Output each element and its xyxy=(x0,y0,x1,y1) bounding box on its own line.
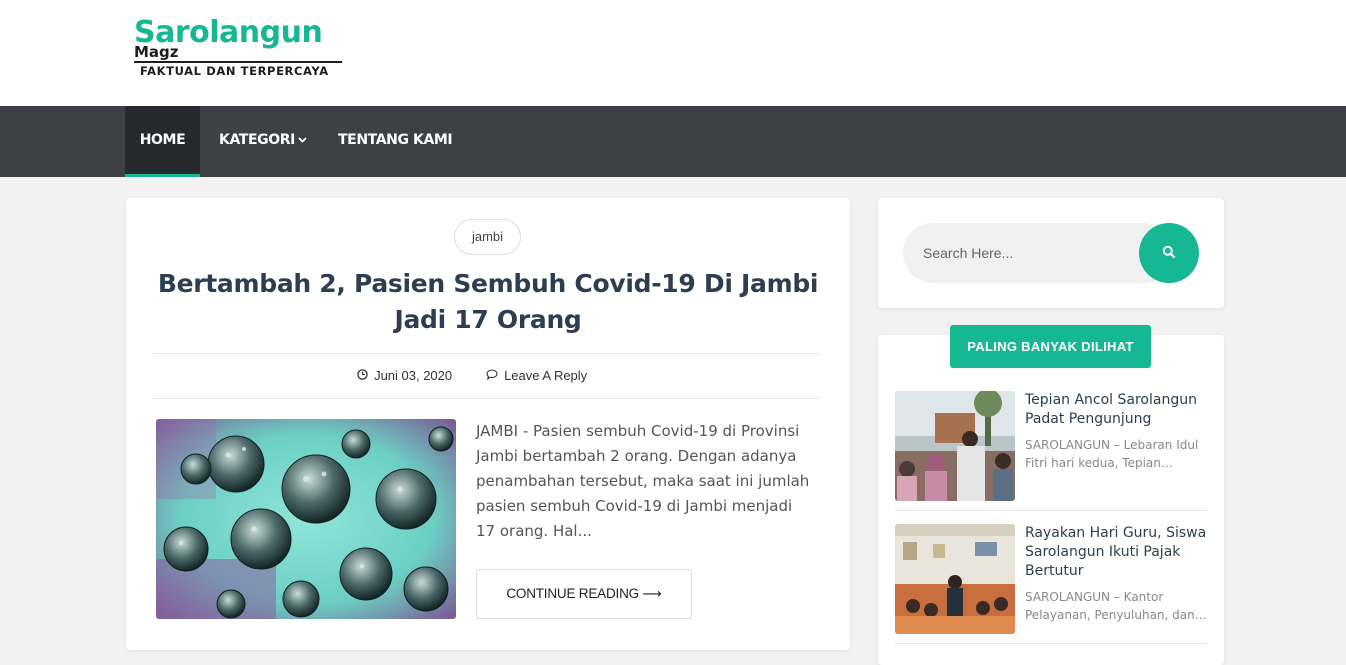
comment-icon xyxy=(486,369,501,383)
category-tag[interactable]: jambi xyxy=(454,219,521,255)
popular-post-thumbnail[interactable] xyxy=(895,524,1015,634)
continue-reading-button[interactable]: CONTINUE READING ⟶ xyxy=(476,569,692,619)
popular-heading: PALING BANYAK DILIHAT xyxy=(950,325,1151,368)
chevron-down-icon xyxy=(298,107,307,175)
leave-reply-text: Leave A Reply xyxy=(504,368,588,383)
nav-item-kategori-label: KATEGORI xyxy=(219,132,295,148)
logo-tagline: FAKTUAL DAN TERPERCAYA xyxy=(140,64,329,78)
post-meta: Juni 03, 2020 Leave A Reply xyxy=(154,353,821,399)
clock-icon xyxy=(357,369,371,383)
popular-post-thumbnail[interactable] xyxy=(895,391,1015,501)
crowd-photo-icon xyxy=(895,391,1015,501)
classroom-photo-icon xyxy=(895,524,1015,634)
site-logo[interactable]: Sarolangun Magz FAKTUAL DAN TERPERCAYA xyxy=(134,16,346,78)
nav-item-tentang-label: TENTANG KAMI xyxy=(338,132,453,148)
popular-post-text: Rayakan Hari Guru, Siswa Sarolangun Ikut… xyxy=(1025,524,1207,624)
nav-item-home[interactable]: HOME xyxy=(125,106,200,177)
virus-image-icon xyxy=(156,419,456,619)
search-input[interactable] xyxy=(903,223,1173,283)
popular-post-item[interactable]: Rayakan Hari Guru, Siswa Sarolangun Ikut… xyxy=(895,524,1207,644)
post-excerpt: JAMBI - Pasien sembuh Covid-19 di Provin… xyxy=(476,422,810,540)
search-icon xyxy=(1162,245,1176,262)
popular-post-item[interactable]: Tepian Ancol Sarolangun Padat Pengunjung… xyxy=(895,391,1207,511)
search-widget xyxy=(878,198,1224,308)
site-header: Sarolangun Magz FAKTUAL DAN TERPERCAYA xyxy=(0,0,1346,106)
popular-post-excerpt: SAROLANGUN – Lebaran Idul Fitri hari ked… xyxy=(1025,438,1199,470)
logo-divider xyxy=(134,61,342,63)
post-card: jambi Bertambah 2, Pasien Sembuh Covid-1… xyxy=(126,198,850,650)
popular-post-title[interactable]: Rayakan Hari Guru, Siswa Sarolangun Ikut… xyxy=(1025,524,1207,581)
popular-posts-widget: PALING BANYAK DILIHAT Tepian Ancol Sarol… xyxy=(878,325,1224,665)
nav-item-home-label: HOME xyxy=(139,132,186,148)
popular-post-excerpt: SAROLANGUN – Kantor Pelayanan, Penyuluha… xyxy=(1025,590,1207,622)
popular-post-title[interactable]: Tepian Ancol Sarolangun Padat Pengunjung xyxy=(1025,391,1207,429)
search-button[interactable] xyxy=(1139,223,1199,283)
post-date: Juni 03, 2020 xyxy=(357,368,452,383)
popular-post-text: Tepian Ancol Sarolangun Padat Pengunjung… xyxy=(1025,391,1207,472)
post-title[interactable]: Bertambah 2, Pasien Sembuh Covid-19 Di J… xyxy=(156,266,820,338)
post-date-text: Juni 03, 2020 xyxy=(374,368,453,383)
post-thumbnail[interactable] xyxy=(156,419,456,619)
nav-item-kategori[interactable]: KATEGORI xyxy=(219,106,307,177)
leave-reply-link[interactable]: Leave A Reply xyxy=(486,368,587,383)
main-navigation: HOME KATEGORI TENTANG KAMI xyxy=(0,106,1346,177)
nav-item-tentang-kami[interactable]: TENTANG KAMI xyxy=(338,106,453,177)
